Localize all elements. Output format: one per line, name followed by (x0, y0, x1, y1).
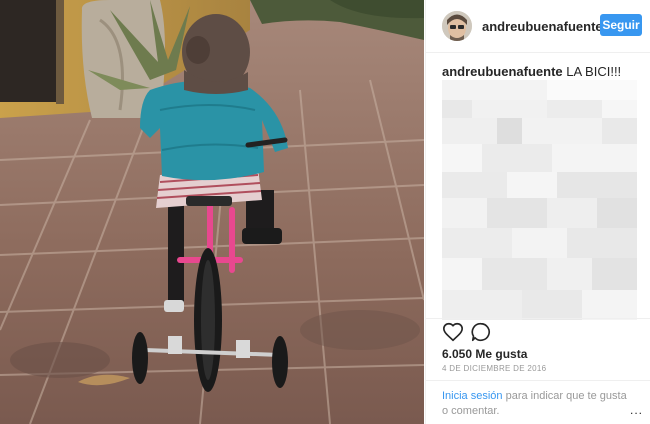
avatar-illustration (442, 11, 472, 41)
post-caption: andreubuenafuente LA BICI!!! (442, 63, 642, 80)
header-username[interactable]: andreubuenafuente (482, 19, 603, 34)
post-sidebar: andreubuenafuente Seguir andreubuenafuen… (425, 0, 650, 424)
instagram-post: andreubuenafuente Seguir andreubuenafuen… (0, 0, 650, 424)
heart-icon[interactable] (442, 321, 464, 343)
caption-text: LA BICI!!! (566, 64, 622, 79)
post-date: 4 DE DICIEMBRE DE 2016 (442, 364, 547, 373)
comment-icon[interactable] (470, 321, 492, 343)
login-link[interactable]: Inicia sesión (442, 390, 503, 402)
avatar[interactable] (442, 11, 472, 41)
post-photo[interactable] (0, 0, 424, 424)
more-options-icon[interactable]: ... (630, 403, 643, 417)
likes-count[interactable]: 6.050 Me gusta (442, 347, 527, 361)
post-header: andreubuenafuente Seguir (426, 0, 650, 53)
photo-illustration (0, 0, 424, 424)
login-prompt: Inicia sesión para indicar que te gusta … (442, 389, 627, 419)
caption-username[interactable]: andreubuenafuente (442, 64, 563, 79)
post-actions (426, 318, 650, 343)
pixelated-comments (442, 80, 637, 320)
post-footer: Inicia sesión para indicar que te gusta … (426, 380, 650, 424)
follow-button[interactable]: Seguir (600, 14, 642, 36)
